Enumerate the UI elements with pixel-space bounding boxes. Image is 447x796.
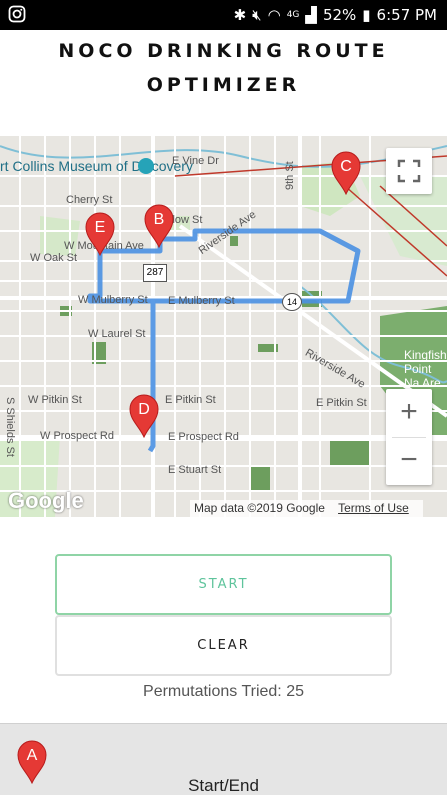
- street-label: E Prospect Rd: [168, 431, 239, 443]
- stop-marker-a-label: A: [26, 747, 38, 764]
- stop-label: Start/End: [188, 776, 259, 795]
- clear-button[interactable]: CLEAR: [55, 615, 392, 676]
- terms-link[interactable]: Terms of Use: [338, 501, 409, 515]
- stop-list-item[interactable]: A Start/End: [0, 723, 447, 795]
- street-label: E Stuart St: [168, 464, 222, 476]
- map-attribution: Map data ©2019 Google Terms of Use: [190, 500, 423, 517]
- fullscreen-icon: [397, 159, 421, 183]
- museum-icon: [138, 158, 154, 174]
- street-label: W Laurel St: [88, 328, 146, 340]
- map-poi-label: rt Collins Museum of Discovery: [0, 158, 193, 174]
- bluetooth-icon: ✱: [233, 6, 247, 24]
- network-type: 4G: [286, 10, 300, 20]
- clock: 6:57 PM: [376, 6, 437, 24]
- street-label: S Shields St: [4, 397, 16, 457]
- marker-e-label: E: [94, 219, 106, 236]
- fullscreen-button[interactable]: [386, 148, 432, 194]
- wifi-icon: ◠: [267, 6, 281, 24]
- map-area-label: Kingfishe Point Na Are: [404, 348, 447, 390]
- street-label: Cherry St: [66, 194, 113, 206]
- zoom-out-button[interactable]: −: [386, 437, 432, 485]
- zoom-in-button[interactable]: +: [386, 389, 432, 437]
- status-bar: ✱ 🔇︎ ◠ 4G ▟ 52% ▮ 6:57 PM: [0, 0, 447, 30]
- street-label: 9th St: [284, 161, 296, 190]
- street-label: E Mulberry St: [168, 295, 235, 307]
- marker-b-label: B: [153, 211, 165, 228]
- marker-c-label: C: [340, 158, 352, 175]
- highway-shield-14: 14: [282, 293, 302, 311]
- battery-icon: ▮: [362, 6, 371, 24]
- zoom-controls: + −: [386, 389, 432, 485]
- page-title: NOCO DRINKING ROUTE OPTIMIZER: [58, 40, 389, 96]
- street-label: E Pitkin St: [165, 394, 216, 406]
- mute-icon: 🔇︎: [252, 6, 262, 24]
- street-label: llow St: [170, 214, 203, 226]
- google-logo: Google: [8, 488, 84, 513]
- street-label: E Pitkin St: [316, 397, 367, 409]
- start-button[interactable]: START: [55, 554, 392, 615]
- attribution-text: Map data ©2019 Google: [194, 501, 325, 515]
- map-view[interactable]: rt Collins Museum of Discovery E Vine Dr…: [0, 136, 447, 517]
- highway-shield-287: 287: [143, 264, 167, 282]
- street-label: W Mulberry St: [78, 294, 148, 306]
- marker-d-label: D: [138, 401, 150, 418]
- street-label: W Oak St: [30, 252, 78, 264]
- street-label: E Vine Dr: [172, 155, 219, 167]
- street-label: W Pitkin St: [28, 394, 82, 406]
- battery-percent: 52%: [322, 6, 357, 24]
- instagram-icon: [8, 5, 26, 23]
- street-label: W Prospect Rd: [40, 430, 114, 442]
- permutations-count: Permutations Tried: 25: [143, 683, 304, 700]
- signal-icon: ▟: [305, 6, 317, 24]
